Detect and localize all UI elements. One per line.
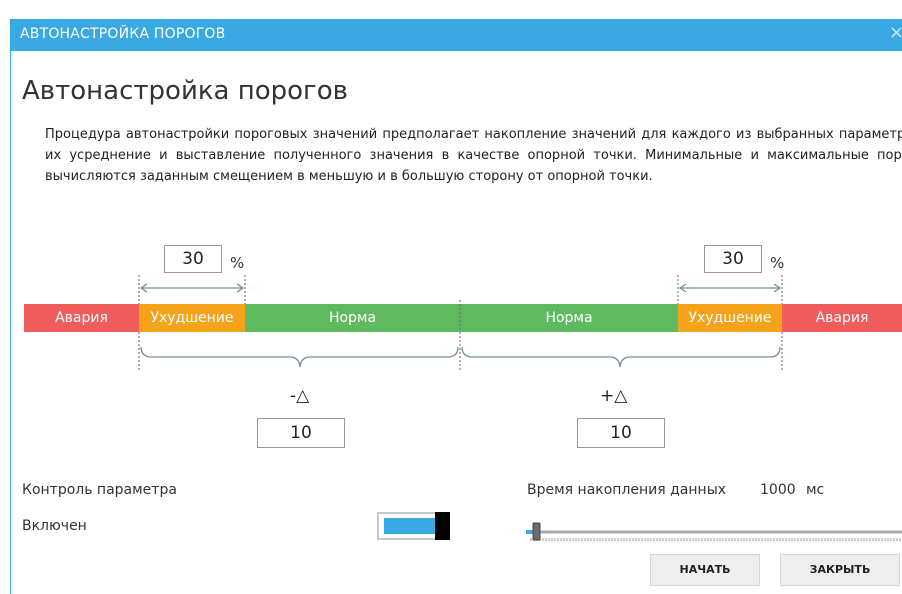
slider-thumb bbox=[532, 522, 541, 541]
close-button[interactable]: ЗАКРЫТЬ bbox=[780, 554, 900, 586]
start-button[interactable]: НАЧАТЬ bbox=[650, 554, 760, 586]
accumulation-slider[interactable] bbox=[0, 0, 902, 594]
